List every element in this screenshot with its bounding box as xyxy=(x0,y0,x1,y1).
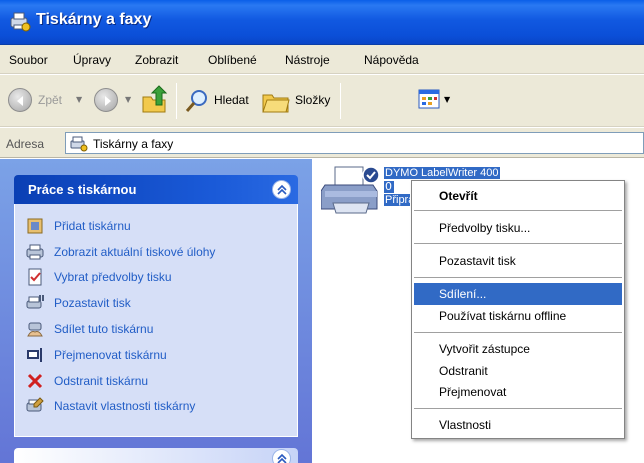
menu-separator xyxy=(414,210,622,211)
folders-icon xyxy=(262,94,290,113)
back-arrow-icon xyxy=(17,96,23,106)
add-printer-icon xyxy=(26,217,44,235)
window-title: Tiskárny a faxy xyxy=(36,11,152,28)
toolbar-separator xyxy=(340,83,341,119)
toolbar-separator xyxy=(176,83,177,119)
print-preferences-icon xyxy=(26,268,44,286)
task-add-printer[interactable]: Přidat tiskárnu xyxy=(26,216,296,236)
printer-tasks-panel: Práce s tiskárnou Přidat tiskárnu Zobraz… xyxy=(14,175,298,437)
menu-item-sharing[interactable]: Sdílení... xyxy=(414,283,622,305)
print-queue-icon xyxy=(26,243,44,261)
task-label: Odstranit tiskárnu xyxy=(54,374,149,388)
menu-item-use-offline[interactable]: Používat tiskárnu offline xyxy=(414,305,622,327)
up-folder-icon xyxy=(142,85,168,113)
menu-separator xyxy=(414,243,622,244)
task-label: Pozastavit tisk xyxy=(54,296,131,310)
forward-button[interactable] xyxy=(94,88,118,112)
task-share-printer[interactable]: Sdílet tuto tiskárnu xyxy=(26,319,296,339)
task-view-queue[interactable]: Zobrazit aktuální tiskové úlohy xyxy=(26,242,296,262)
title-bar[interactable]: Tiskárny a faxy xyxy=(0,0,644,45)
address-label: Adresa xyxy=(6,137,45,151)
up-folder-button[interactable] xyxy=(140,85,168,115)
search-button-icon-wrap[interactable] xyxy=(184,88,210,114)
menu-item-create-shortcut[interactable]: Vytvořit zástupce xyxy=(414,338,622,360)
folders-button-icon-wrap[interactable] xyxy=(261,87,291,115)
printer-document-count: 0 xyxy=(384,180,394,193)
back-label: Zpět xyxy=(38,93,63,107)
address-field[interactable]: Tiskárny a faxy xyxy=(65,132,644,154)
address-bar: Adresa Tiskárny a faxy xyxy=(0,128,644,158)
second-panel-header[interactable] xyxy=(14,448,298,463)
task-delete-printer[interactable]: Odstranit tiskárnu xyxy=(26,371,296,391)
task-label: Přidat tiskárnu xyxy=(54,219,131,233)
back-dropdown-icon[interactable]: ▼ xyxy=(76,95,82,104)
task-label: Přejmenovat tiskárnu xyxy=(54,348,167,362)
menu-help[interactable]: Nápověda xyxy=(364,53,419,67)
task-label: Vybrat předvolby tisku xyxy=(54,270,172,284)
task-label: Zobrazit aktuální tiskové úlohy xyxy=(54,245,216,259)
task-print-preferences[interactable]: Vybrat předvolby tisku xyxy=(26,267,296,287)
menu-item-delete[interactable]: Odstranit xyxy=(414,360,622,382)
address-value: Tiskárny a faxy xyxy=(93,137,174,151)
delete-printer-icon xyxy=(26,372,44,390)
forward-dropdown-icon[interactable]: ▼ xyxy=(125,95,131,104)
toolbar: Zpět ▼ ▼ Hledat Složky ▼ xyxy=(0,75,644,127)
menu-separator xyxy=(414,408,622,409)
search-button[interactable]: Hledat xyxy=(214,93,249,107)
task-pause-printing[interactable]: Pozastavit tisk xyxy=(26,293,296,313)
menu-item-rename[interactable]: Přejmenovat xyxy=(414,381,622,403)
menu-file[interactable]: Soubor xyxy=(9,53,48,67)
task-printer-properties[interactable]: Nastavit vlastnosti tiskárny xyxy=(26,396,296,416)
views-dropdown-icon[interactable]: ▼ xyxy=(444,95,450,104)
forward-arrow-icon xyxy=(105,96,111,106)
menu-item-print-preferences[interactable]: Předvolby tisku... xyxy=(414,217,622,239)
menu-tools[interactable]: Nástroje xyxy=(285,53,330,67)
menu-separator xyxy=(414,332,622,333)
rename-printer-icon xyxy=(26,346,44,364)
printers-folder-icon xyxy=(9,10,31,32)
menu-edit[interactable]: Úpravy xyxy=(73,53,111,67)
menu-favorites[interactable]: Oblíbené xyxy=(208,53,257,67)
chevron-up-icon xyxy=(277,453,287,463)
collapse-button[interactable] xyxy=(272,449,291,463)
menu-item-open[interactable]: Otevřít xyxy=(414,185,622,207)
menu-item-pause-printing[interactable]: Pozastavit tisk xyxy=(414,250,622,272)
folders-button[interactable]: Složky xyxy=(295,93,330,107)
pause-printing-icon xyxy=(26,294,44,312)
panel-body: Přidat tiskárnu Zobrazit aktuální tiskov… xyxy=(14,204,298,437)
panel-header[interactable]: Práce s tiskárnou xyxy=(14,175,298,204)
task-label: Sdílet tuto tiskárnu xyxy=(54,322,154,336)
task-rename-printer[interactable]: Přejmenovat tiskárnu xyxy=(26,345,296,365)
printer-name: DYMO LabelWriter 400 xyxy=(384,167,500,179)
views-button[interactable] xyxy=(418,89,442,111)
share-printer-icon xyxy=(26,320,44,338)
views-icon xyxy=(418,89,440,109)
task-pane: Práce s tiskárnou Přidat tiskárnu Zobraz… xyxy=(0,159,312,463)
chevron-up-icon xyxy=(277,184,287,195)
panel-title: Práce s tiskárnou xyxy=(28,182,137,197)
context-menu: Otevřít Předvolby tisku... Pozastavit ti… xyxy=(411,180,625,439)
printer-properties-icon xyxy=(26,397,44,415)
printer-icon xyxy=(320,165,381,220)
task-label: Nastavit vlastnosti tiskárny xyxy=(54,399,196,413)
menu-separator xyxy=(414,277,622,278)
menu-item-properties[interactable]: Vlastnosti xyxy=(414,414,622,436)
menu-view[interactable]: Zobrazit xyxy=(135,53,178,67)
back-button[interactable] xyxy=(8,88,32,112)
collapse-button[interactable] xyxy=(272,180,291,199)
printer-status: Připraveno xyxy=(384,194,410,206)
search-icon xyxy=(185,90,207,112)
menu-bar: Soubor Úpravy Zobrazit Oblíbené Nástroje… xyxy=(0,45,644,74)
printers-folder-icon xyxy=(70,136,88,155)
